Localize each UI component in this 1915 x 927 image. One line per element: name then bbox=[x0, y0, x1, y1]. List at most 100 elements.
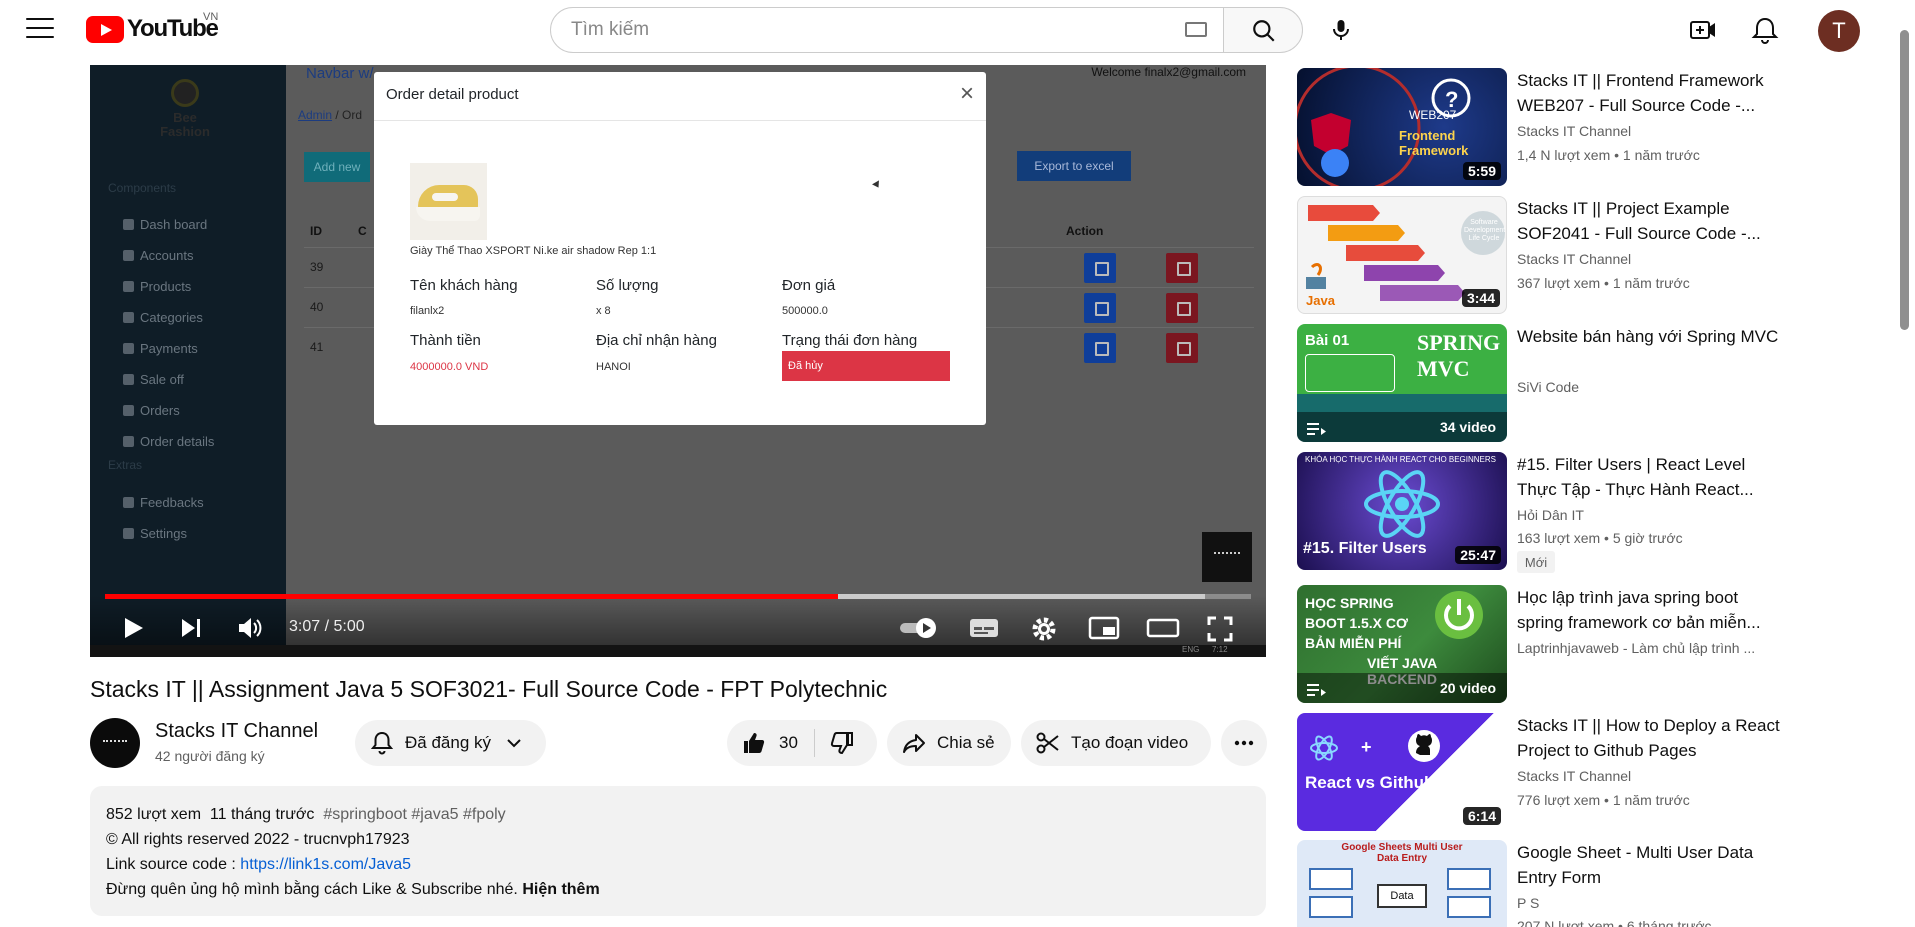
subscribed-button[interactable]: Đã đăng ký bbox=[355, 720, 546, 766]
recommendation-channel[interactable]: Stacks IT Channel bbox=[1517, 251, 1631, 267]
edit-icon bbox=[1084, 333, 1116, 363]
show-more-button[interactable]: Hiện thêm bbox=[522, 881, 599, 898]
source-code-link[interactable]: https://link1s.com/Java5 bbox=[240, 856, 411, 873]
trash-icon bbox=[1166, 293, 1198, 323]
field-label-status: Trạng thái đơn hàng bbox=[782, 332, 918, 349]
fullscreen-icon[interactable] bbox=[1206, 615, 1234, 643]
keyboard-icon[interactable] bbox=[1185, 22, 1207, 37]
admin-menu-order-details: Order details bbox=[123, 434, 214, 449]
recommendation-item[interactable]: Bài 01 SPRING MVC 34 video Website bán h… bbox=[1297, 324, 1797, 442]
chevron-down-icon bbox=[507, 739, 521, 748]
edit-icon bbox=[1084, 253, 1116, 283]
recommendation-title[interactable]: Google Sheet - Multi User Data Entry For… bbox=[1517, 840, 1787, 890]
playlist-icon bbox=[1307, 423, 1326, 435]
video-thumbnail[interactable]: + React vs Github 6:14 bbox=[1297, 713, 1507, 831]
channel-avatar[interactable] bbox=[90, 718, 140, 768]
money-icon bbox=[123, 343, 134, 354]
recommendation-meta: 1,4 N lượt xem • 1 năm trước bbox=[1517, 147, 1700, 163]
admin-export-excel-button: Export to excel bbox=[1017, 151, 1131, 181]
recommendation-channel[interactable]: P S bbox=[1517, 895, 1539, 911]
like-button[interactable]: 30 bbox=[727, 720, 798, 766]
page-scrollbar[interactable] bbox=[1900, 30, 1909, 330]
form-illustration bbox=[1309, 868, 1353, 890]
search-input[interactable]: Tìm kiếm bbox=[550, 7, 1224, 53]
admin-menu-categories: Categories bbox=[123, 310, 203, 325]
menu-icon[interactable] bbox=[26, 18, 54, 40]
admin-breadcrumb: Admin / Ord bbox=[298, 108, 362, 122]
video-thumbnail[interactable]: Google Sheets Multi User Data Entry Data bbox=[1297, 840, 1507, 927]
settings-gear-icon[interactable] bbox=[1030, 615, 1058, 643]
share-button[interactable]: Chia sẻ bbox=[887, 720, 1011, 766]
admin-menu-label: Feedbacks bbox=[140, 495, 204, 510]
clip-button[interactable]: Tạo đoạn video bbox=[1021, 720, 1211, 766]
admin-col-id: ID bbox=[310, 224, 322, 238]
voice-search-button[interactable] bbox=[1318, 7, 1364, 53]
admin-menu-accounts: Accounts bbox=[123, 248, 193, 263]
channel-name[interactable]: Stacks IT Channel bbox=[155, 720, 318, 743]
recommendation-channel[interactable]: Stacks IT Channel bbox=[1517, 768, 1631, 784]
description-link-prefix: Link source code : bbox=[106, 856, 241, 873]
recommendation-title[interactable]: Stacks IT || Frontend Framework WEB207 -… bbox=[1517, 68, 1787, 118]
recommendation-title[interactable]: Stacks IT || Project Example SOF2041 - F… bbox=[1517, 196, 1787, 246]
recommendation-title[interactable]: Học lập trình java spring boot spring fr… bbox=[1517, 585, 1787, 635]
video-thumbnail[interactable]: KHÓA HỌC THỰC HÀNH REACT CHO BEGINNERS #… bbox=[1297, 452, 1507, 570]
channel-watermark[interactable] bbox=[1202, 532, 1252, 582]
admin-welcome-text: Welcome finalx2@gmail.com bbox=[1091, 65, 1246, 79]
video-thumbnail[interactable]: HỌC SPRING BOOT 1.5.X CƠ BẢN MIỄN PHÍ VI… bbox=[1297, 585, 1507, 703]
description-stats: 852 lượt xem 11 tháng trước #springboot … bbox=[106, 802, 1250, 827]
cart-icon bbox=[123, 281, 134, 292]
recommendation-item[interactable]: Java Software Development Life Cycle 3:4… bbox=[1297, 196, 1797, 314]
recommendation-item[interactable]: ? WEB207 Frontend Framework 5:59 Stacks … bbox=[1297, 68, 1797, 186]
youtube-logo[interactable]: YouTube bbox=[86, 14, 219, 44]
miniplayer-icon[interactable] bbox=[1088, 615, 1120, 641]
playlist-video-count: 20 video bbox=[1439, 680, 1496, 696]
recommendation-title[interactable]: Stacks IT || How to Deploy a React Proje… bbox=[1517, 713, 1787, 763]
description-box[interactable]: 852 lượt xem 11 tháng trước #springboot … bbox=[90, 786, 1266, 916]
theater-mode-icon[interactable] bbox=[1146, 615, 1180, 641]
admin-menu-payments: Payments bbox=[123, 341, 198, 356]
dislike-button[interactable] bbox=[815, 720, 855, 766]
hashtags[interactable]: #springboot #java5 #fpoly bbox=[323, 806, 505, 823]
autoplay-toggle-icon[interactable] bbox=[898, 615, 942, 641]
video-thumbnail[interactable]: Java Software Development Life Cycle 3:4… bbox=[1297, 196, 1507, 314]
bell-icon bbox=[370, 731, 394, 755]
recommendation-channel[interactable]: Stacks IT Channel bbox=[1517, 123, 1631, 139]
top-bar: YouTube VN Tìm kiếm T bbox=[0, 0, 1915, 62]
play-icon[interactable] bbox=[120, 615, 146, 641]
recommendation-title[interactable]: Website bán hàng với Spring MVC bbox=[1517, 324, 1787, 349]
recommendation-channel[interactable]: Hỏi Dân IT bbox=[1517, 507, 1584, 523]
video-thumbnail[interactable]: Bài 01 SPRING MVC 34 video bbox=[1297, 324, 1507, 442]
subtitles-icon[interactable] bbox=[968, 615, 1000, 641]
search-button[interactable] bbox=[1223, 7, 1303, 53]
video-player[interactable]: Bee Fashion Components Dash board Accoun… bbox=[90, 65, 1266, 657]
recommendation-title[interactable]: #15. Filter Users | React Level Thực Tập… bbox=[1517, 452, 1787, 502]
recommendation-channel[interactable]: Laptrinhjavaweb - Làm chủ lập trình ... bbox=[1517, 640, 1787, 656]
github-icon bbox=[1408, 730, 1440, 762]
recommendation-item[interactable]: + React vs Github 6:14 Stacks IT || How … bbox=[1297, 713, 1797, 831]
trash-icon bbox=[1166, 333, 1198, 363]
subscriber-count: 42 người đăng ký bbox=[155, 748, 265, 764]
admin-menu-label: Sale off bbox=[140, 372, 184, 387]
next-icon[interactable] bbox=[178, 615, 204, 641]
description-line: © All rights reserved 2022 - trucnvph179… bbox=[106, 831, 410, 848]
notifications-bell-icon[interactable] bbox=[1749, 14, 1781, 46]
more-horizontal-icon bbox=[1234, 740, 1254, 746]
recommendation-channel[interactable]: SiVi Code bbox=[1517, 379, 1579, 395]
admin-breadcrumb-current: / Ord bbox=[335, 108, 363, 122]
recommendation-item[interactable]: Google Sheets Multi User Data Entry Data… bbox=[1297, 840, 1797, 927]
recommendation-item[interactable]: KHÓA HỌC THỰC HÀNH REACT CHO BEGINNERS #… bbox=[1297, 452, 1797, 573]
video-thumbnail[interactable]: ? WEB207 Frontend Framework 5:59 bbox=[1297, 68, 1507, 186]
recommendation-item[interactable]: HỌC SPRING BOOT 1.5.X CƠ BẢN MIỄN PHÍ VI… bbox=[1297, 585, 1797, 703]
progress-bar[interactable] bbox=[105, 594, 1251, 599]
recommendation-meta: 776 lượt xem • 1 năm trước bbox=[1517, 792, 1690, 808]
recommendation-meta: 207 N lượt xem • 6 tháng trước bbox=[1517, 918, 1712, 927]
thumbnail-title: SPRING MVC bbox=[1417, 330, 1501, 381]
user-avatar[interactable]: T bbox=[1818, 10, 1860, 52]
like-count: 30 bbox=[779, 733, 798, 752]
more-actions-button[interactable] bbox=[1221, 720, 1267, 766]
thumbnail-title: #15. Filter Users bbox=[1303, 540, 1427, 557]
field-value-total: 4000000.0 VND bbox=[410, 361, 489, 373]
create-video-icon[interactable] bbox=[1687, 14, 1719, 46]
share-arrow-icon bbox=[903, 734, 925, 753]
volume-icon[interactable] bbox=[236, 615, 264, 641]
